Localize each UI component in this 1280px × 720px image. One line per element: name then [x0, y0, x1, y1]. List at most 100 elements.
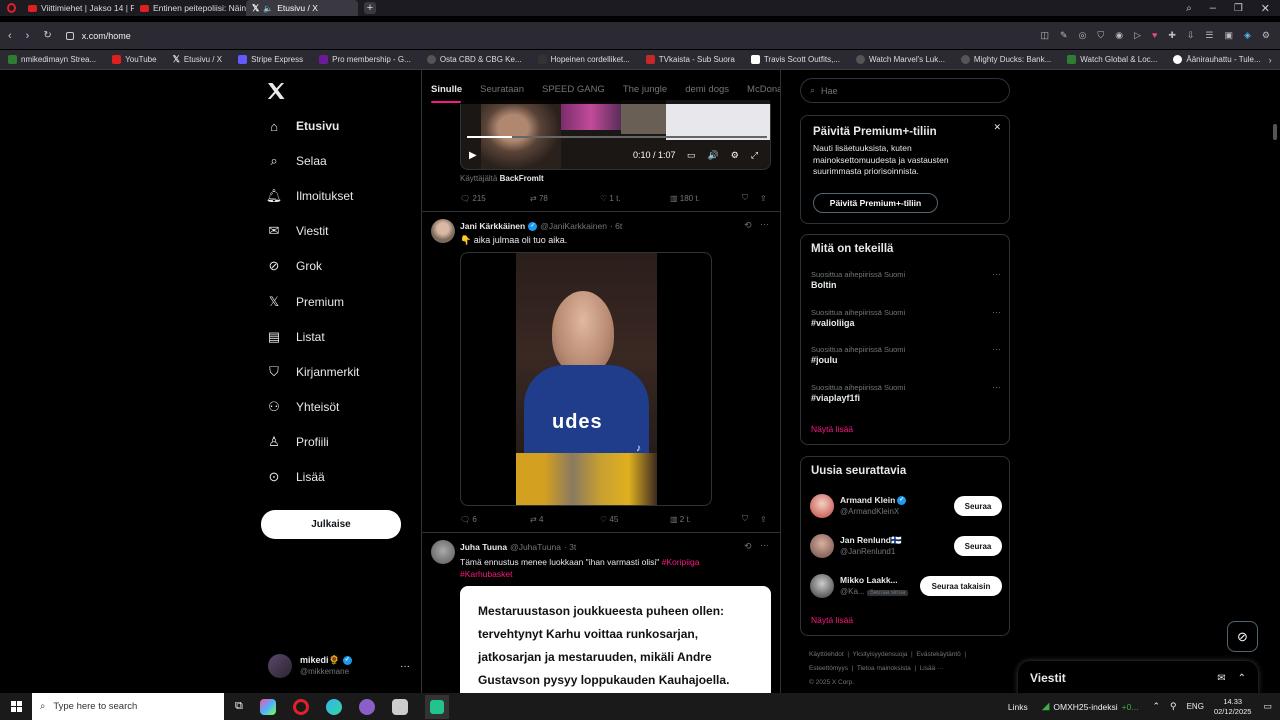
nav-item-premium[interactable]: 𝕏 Premium	[266, 294, 344, 310]
follow-suggestion[interactable]: Jan Renlund🇫🇮 @JanRenlund1 Seuraa	[810, 533, 1002, 559]
discord-icon[interactable]	[358, 698, 375, 715]
messages-dock[interactable]: Viestit ✉ ⌃	[1018, 661, 1258, 695]
settings-icon[interactable]: ⚙	[1262, 30, 1270, 41]
footer-link[interactable]: Lisää ···	[920, 665, 944, 672]
post-time[interactable]: · 6t	[610, 221, 622, 231]
close-icon[interactable]: ✕	[993, 122, 1001, 133]
app-icon[interactable]	[391, 698, 408, 715]
nav-item-yhteisöt[interactable]: ⚇ Yhteisöt	[266, 399, 339, 415]
repost-button[interactable]: ⇄ 78	[530, 194, 600, 203]
bookmark-item[interactable]: Äänirauhattu - Tule...	[1165, 55, 1268, 64]
play-icon[interactable]: ▶	[469, 150, 477, 161]
nav-item-listat[interactable]: ▤ Listat	[266, 329, 325, 345]
follow-suggestion[interactable]: Mikko Laakk... @Ka... Seuraa sinua Seuraa …	[810, 573, 1002, 599]
settings-icon[interactable]: ⚙	[731, 150, 739, 161]
opera-icon[interactable]	[292, 698, 309, 715]
follow-suggestion[interactable]: Armand Klein ✓ @ArmandKleinX Seuraa	[810, 493, 1002, 519]
camera-icon[interactable]: ◫	[1041, 30, 1050, 41]
bookmark-item[interactable]: YouTube	[104, 55, 164, 64]
grok-floating-button[interactable]: ⊘	[1227, 621, 1258, 652]
share-icon[interactable]: ⇪	[760, 194, 767, 203]
bookmark-item[interactable]: Osta CBD & CBG Ke...	[419, 55, 530, 64]
aria-icon[interactable]: ◈	[1244, 30, 1251, 41]
lock-icon[interactable]	[65, 31, 74, 40]
browser-tab[interactable]: Entinen peitepoliisi: Näin	[134, 0, 246, 16]
footer-link[interactable]: Tietoa mainoksista	[857, 665, 911, 672]
minimize-button[interactable]: –	[1210, 2, 1216, 14]
post-button[interactable]: Julkaise	[261, 510, 401, 539]
maximize-button[interactable]: ❐	[1234, 3, 1243, 14]
views-button[interactable]: ▥ 180 t.	[670, 194, 742, 203]
windows-start-icon[interactable]	[0, 693, 32, 720]
vpn-icon[interactable]: ◉	[1115, 30, 1123, 41]
nav-item-etusivu[interactable]: ⌂ Etusivu	[266, 118, 339, 134]
footer-link[interactable]: Evästekäytäntö	[916, 651, 960, 658]
grok-icon[interactable]: ⟲	[744, 220, 752, 231]
fullscreen-icon[interactable]: ⤢	[751, 150, 758, 161]
new-message-icon[interactable]: ✉	[1217, 673, 1225, 684]
trend-item[interactable]: Suosittua aihepiirissä Suomi #valioliiga ·…	[811, 307, 1001, 329]
follow-button[interactable]: Seuraa	[954, 496, 1002, 516]
bookmark-item[interactable]: Hopeinen cordelliket...	[530, 55, 638, 64]
tab-the-jungle[interactable]: The jungle	[614, 84, 676, 98]
bookmark-item[interactable]: Watch Global & Loc...	[1059, 55, 1165, 64]
expand-icon[interactable]: ⌃	[1238, 673, 1246, 684]
edit-icon[interactable]: ✎	[1060, 30, 1068, 41]
menu-icon[interactable]: ☰	[1205, 30, 1213, 41]
footer-link[interactable]: Yksityisyydensuoja	[853, 651, 908, 658]
nav-item-viestit[interactable]: ✉ Viestit	[266, 223, 329, 239]
volume-icon[interactable]: 🔊	[708, 150, 719, 161]
follow-button[interactable]: Seuraa takaisin	[920, 576, 1002, 596]
trend-item[interactable]: Suosittua aihepiirissä Suomi Boltin ···	[811, 269, 1001, 291]
more-dots-icon[interactable]: ···	[992, 382, 1001, 393]
nav-item-ilmoitukset[interactable]: 🔔︎ Ilmoitukset	[266, 188, 354, 204]
back-button[interactable]: ‹	[8, 30, 12, 42]
video-progress-track[interactable]	[467, 136, 767, 138]
captions-icon[interactable]: ▭	[687, 150, 696, 161]
app-icon-active[interactable]	[424, 694, 449, 719]
avatar[interactable]	[431, 540, 455, 564]
more-dots-icon[interactable]: ···	[992, 344, 1001, 355]
reload-button[interactable]: ↻	[43, 30, 51, 41]
views-button[interactable]: ▥ 2 t.	[670, 515, 742, 524]
forward-button[interactable]: ›	[26, 30, 30, 42]
nav-item-kirjanmerkit[interactable]: ⛉ Kirjanmerkit	[266, 364, 359, 380]
footer-link[interactable]: Käyttöehdot	[809, 651, 844, 658]
avatar[interactable]	[431, 219, 455, 243]
trends-show-more[interactable]: Näytä lisää	[811, 424, 853, 434]
more-dots-icon[interactable]: ···	[400, 661, 410, 672]
wallet-icon[interactable]: ▣	[1224, 30, 1233, 41]
browser-tab[interactable]: Viittimiehet | Jakso 14 | Pä	[22, 0, 134, 16]
grok-icon[interactable]: ⟲	[744, 541, 752, 552]
search-input[interactable]: ⌕ Hae	[800, 78, 1010, 103]
like-button[interactable]: ♡ 45	[600, 515, 670, 524]
opera-logo-icon[interactable]	[0, 0, 22, 16]
bookmark-item[interactable]: TVkaista - Sub Suora	[638, 55, 743, 64]
tab-speed-gang[interactable]: SPEED GANG	[533, 84, 614, 98]
snapshot-icon[interactable]: ◎	[1079, 30, 1087, 41]
tab-demi-dogs[interactable]: demi dogs	[676, 84, 738, 98]
taskbar-search-input[interactable]: ⌕ Type here to search	[32, 693, 224, 720]
chevron-up-icon[interactable]: ⌃	[1152, 701, 1160, 712]
tab-seurataan[interactable]: Seurataan	[471, 84, 533, 98]
extension-icon[interactable]: ✚	[1168, 30, 1176, 41]
clock[interactable]: 14.33 02/12/2025	[1214, 697, 1252, 717]
trend-item[interactable]: Suosittua aihepiirissä Suomi #viaplayf1fi…	[811, 382, 1001, 404]
language-indicator[interactable]: ENG	[1187, 702, 1204, 711]
repost-button[interactable]: ⇄ 4	[530, 515, 600, 524]
bookmark-item[interactable]: Pro membership - G...	[311, 55, 419, 64]
nav-item-lisää[interactable]: ⊙ Lisää	[266, 469, 325, 485]
nav-item-profiili[interactable]: ♙ Profiili	[266, 434, 329, 450]
bookmark-item[interactable]: Travis Scott Outfits,...	[743, 55, 848, 64]
more-dots-icon[interactable]: ···	[992, 269, 1001, 280]
url-input[interactable]: x.com/home	[82, 31, 131, 41]
x-logo-icon[interactable]	[266, 82, 286, 100]
hashtag-link[interactable]: #Koripiiga	[662, 557, 700, 567]
bookmarks-overflow-icon[interactable]: ›	[1269, 55, 1272, 65]
premium-subscribe-button[interactable]: Päivitä Premium+-tiliin	[813, 193, 938, 213]
app-icon[interactable]	[259, 698, 276, 715]
download-icon[interactable]: ⇩	[1187, 30, 1195, 41]
taskbar-links[interactable]: Links	[1008, 702, 1028, 712]
nav-item-selaa[interactable]: ⌕ Selaa	[266, 153, 326, 169]
footer-link[interactable]: Esteettömyys	[809, 665, 848, 672]
